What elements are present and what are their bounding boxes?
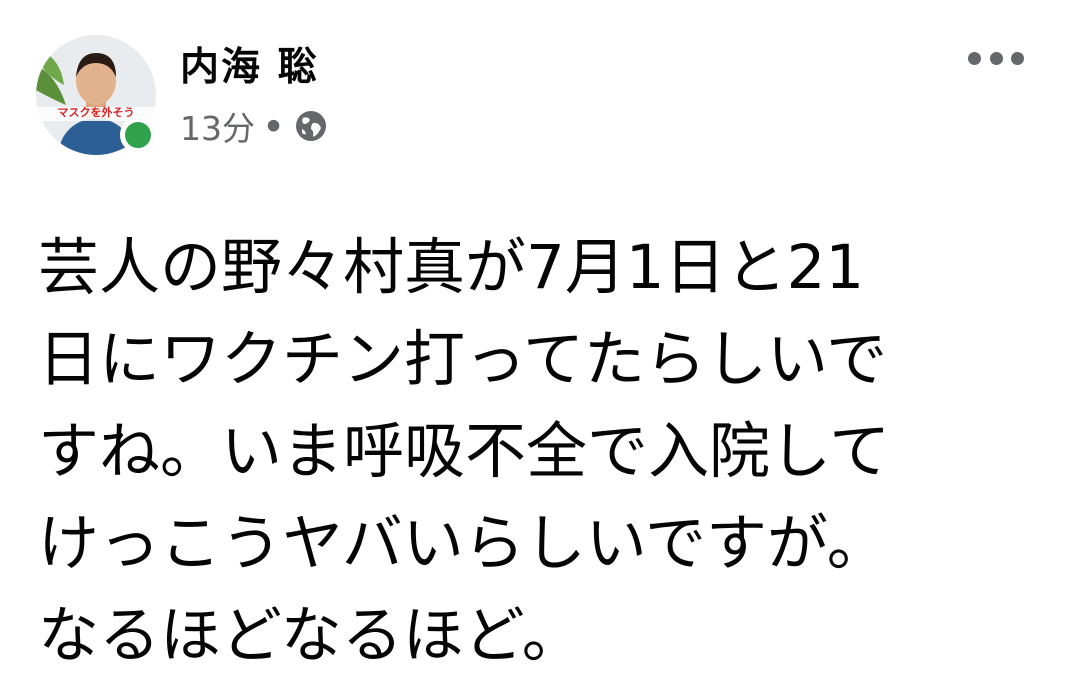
post-text-line: すね。いま呼吸不全で入院して <box>38 416 891 487</box>
more-dot <box>1011 51 1024 65</box>
post-timestamp[interactable]: 13分 <box>180 102 255 150</box>
author-name[interactable]: 内海 聡 <box>180 36 319 92</box>
globe-icon[interactable] <box>294 109 328 143</box>
post-text: 芸人の野々村真が7月1日と21 日にワクチン打ってたらしいで すね。いま呼吸不全… <box>38 222 1048 682</box>
facebook-post: マスクを外そう 内海 聡 13分 • 芸人の野々村真が7月1日と21 日にワクチ… <box>0 0 1080 688</box>
more-dot <box>989 51 1003 65</box>
more-options-icon[interactable] <box>968 46 1024 70</box>
post-text-line: 芸人の野々村真が7月1日と21 <box>38 232 865 303</box>
post-text-line: 日にワクチン打ってたらしいで <box>38 324 888 395</box>
post-text-line: けっこうヤバいらしいですが。 <box>38 508 888 579</box>
avatar[interactable]: マスクを外そう <box>36 35 156 155</box>
post-meta: 13分 • <box>180 104 328 148</box>
more-dot <box>968 51 981 65</box>
meta-separator: • <box>263 106 285 146</box>
post-text-line: なるほどなるほど。 <box>38 600 583 671</box>
online-status-badge <box>120 117 156 153</box>
